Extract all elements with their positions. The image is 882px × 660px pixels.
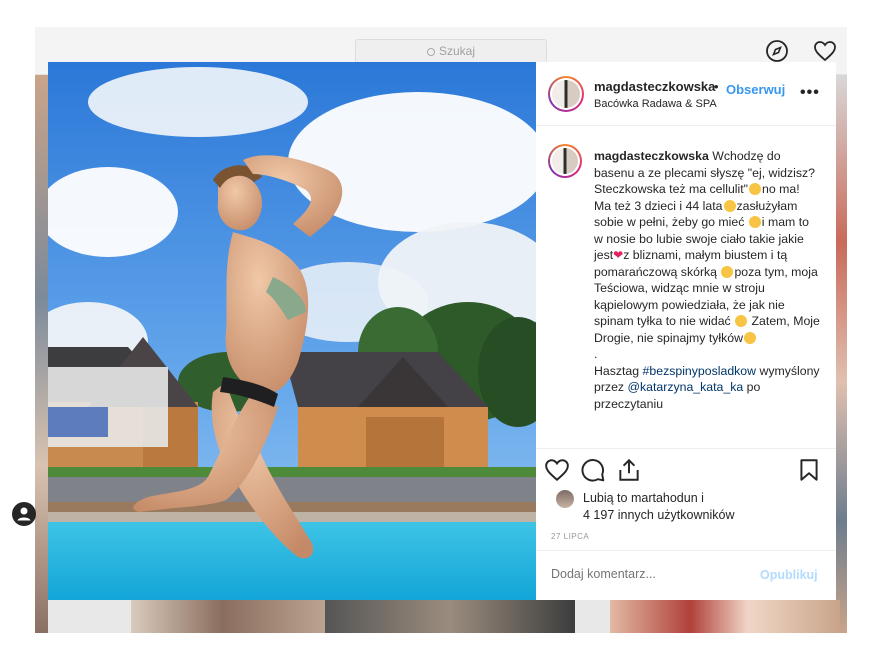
post-photo[interactable]	[48, 62, 536, 600]
feed-thumbnail[interactable]	[610, 600, 840, 633]
post-location[interactable]: Bacówka Radawa & SPA	[594, 98, 717, 110]
user-tag-icon[interactable]	[12, 502, 36, 526]
search-box[interactable]: Szukaj	[355, 39, 547, 63]
bookmark-icon[interactable]	[796, 457, 822, 483]
more-icon[interactable]: •••	[800, 84, 820, 102]
liker-avatar[interactable]	[556, 490, 574, 508]
likes-line-1[interactable]: Lubią to martahodun i	[583, 491, 704, 505]
laughing-emoji-icon	[748, 216, 761, 228]
heart-icon[interactable]	[813, 39, 837, 63]
share-icon[interactable]	[616, 457, 642, 483]
likes-line-2[interactable]: 4 197 innych użytkowników	[583, 508, 734, 522]
feed-edge-left	[35, 75, 48, 633]
pool-jump-photo	[48, 62, 536, 600]
feed-edge-right	[836, 75, 847, 633]
comment-input[interactable]	[551, 567, 751, 581]
caption-avatar[interactable]	[548, 144, 582, 178]
post-details-panel: magdasteczkowska • Obserwuj Bacówka Rada…	[536, 62, 836, 600]
follow-button[interactable]: Obserwuj	[726, 82, 785, 97]
caption-username[interactable]: magdasteczkowska	[594, 149, 709, 163]
person-icon	[17, 507, 31, 521]
action-bar	[536, 448, 836, 488]
comment-icon[interactable]	[580, 457, 606, 483]
search-placeholder: Szukaj	[438, 44, 476, 58]
feed-thumbnail[interactable]	[325, 600, 575, 633]
post-date[interactable]: 27 LIPCA	[551, 532, 589, 541]
like-icon[interactable]	[544, 457, 570, 483]
laughing-emoji-icon	[723, 199, 736, 212]
caption-segment: .	[594, 347, 598, 361]
mention-link[interactable]: @katarzyna_kata_ka	[628, 380, 744, 394]
header-separator: •	[714, 79, 719, 94]
caption-text: magdasteczkowska Wchodzę do basenu a ze …	[594, 148, 820, 412]
laughing-emoji-icon	[749, 183, 762, 195]
smile-emoji-icon	[721, 265, 734, 278]
caption-segment: Hasztag	[594, 363, 640, 378]
search-icon	[426, 48, 435, 56]
laughing-emoji-icon	[735, 315, 748, 327]
hashtag-link[interactable]: #bezspinyposladkow	[643, 364, 756, 378]
kiss-emoji-icon	[744, 331, 756, 344]
compass-icon[interactable]	[765, 39, 789, 63]
post-header: magdasteczkowska • Obserwuj Bacówka Rada…	[536, 62, 836, 126]
avatar[interactable]	[548, 76, 584, 112]
publish-button[interactable]: Opublikuj	[760, 568, 818, 582]
post-username[interactable]: magdasteczkowska	[594, 79, 715, 94]
caption-area: magdasteczkowska Wchodzę do basenu a ze …	[536, 127, 836, 447]
comment-bar: Opublikuj	[536, 550, 836, 600]
red-heart-emoji-icon: ❤	[613, 248, 624, 262]
